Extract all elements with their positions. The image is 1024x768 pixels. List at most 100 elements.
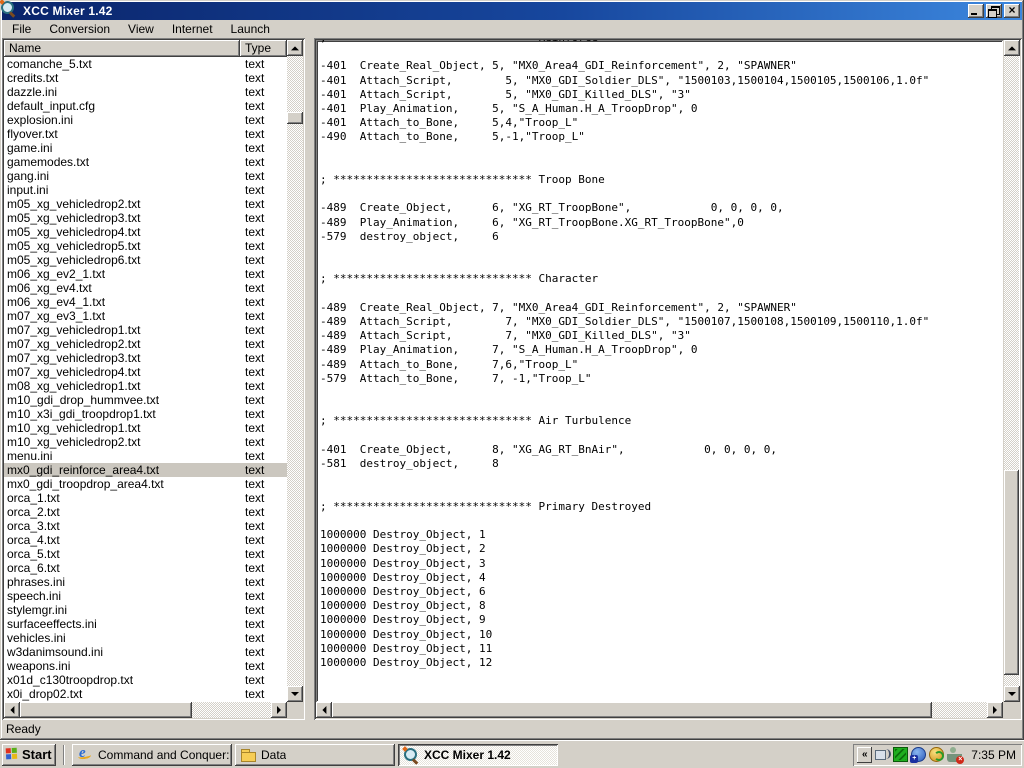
column-header-name[interactable]: Name [4, 40, 240, 57]
menu-item-view[interactable]: View [119, 21, 163, 38]
hscroll-thumb[interactable] [20, 702, 192, 718]
scroll-up-button[interactable] [287, 40, 303, 56]
file-name-label: mx0_gdi_troopdrop_area4.txt [4, 477, 240, 491]
file-type-label: text [240, 421, 287, 435]
file-row[interactable]: gamemodes.txttext [4, 155, 287, 169]
scroll-up-button[interactable] [1004, 40, 1020, 56]
file-row[interactable]: comanche_5.txttext [4, 57, 287, 71]
vscroll-thumb[interactable] [287, 112, 303, 124]
messenger-offline-icon[interactable] [947, 747, 962, 762]
vscroll-track[interactable] [1004, 56, 1019, 686]
file-row[interactable]: m05_xg_vehicledrop3.txttext [4, 211, 287, 225]
file-row[interactable]: m10_gdi_drop_hummvee.txttext [4, 393, 287, 407]
file-row[interactable]: m05_xg_vehicledrop2.txttext [4, 197, 287, 211]
title-bar[interactable]: XCC Mixer 1.42 [2, 2, 1022, 20]
file-row[interactable]: credits.txttext [4, 71, 287, 85]
file-row[interactable]: m08_xg_vehicledrop1.txttext [4, 379, 287, 393]
xcc-app-icon[interactable] [4, 4, 20, 18]
vscroll-track[interactable] [287, 56, 303, 686]
file-row[interactable]: m07_xg_vehicledrop1.txttext [4, 323, 287, 337]
restore-button[interactable] [986, 4, 1002, 18]
file-row[interactable]: phrases.initext [4, 575, 287, 589]
file-row[interactable]: game.initext [4, 141, 287, 155]
viewer-content[interactable]: ; ****************************** Reinfor… [316, 40, 1003, 702]
file-row[interactable]: m05_xg_vehicledrop6.txttext [4, 253, 287, 267]
hscroll-track[interactable] [332, 702, 987, 718]
hscroll-thumb[interactable] [332, 702, 932, 718]
file-row[interactable]: mx0_gdi_troopdrop_area4.txttext [4, 477, 287, 491]
file-row[interactable]: orca_2.txttext [4, 505, 287, 519]
close-button[interactable] [1004, 4, 1020, 18]
file-type-label: text [240, 239, 287, 253]
file-type-label: text [240, 463, 287, 477]
file-row[interactable]: vehicles.initext [4, 631, 287, 645]
window-title: XCC Mixer 1.42 [23, 4, 968, 18]
file-row[interactable]: m07_xg_vehicledrop2.txttext [4, 337, 287, 351]
file-list-vscrollbar [287, 40, 303, 702]
file-name-label: m05_xg_vehicledrop6.txt [4, 253, 240, 267]
file-row[interactable]: m07_xg_vehicledrop4.txttext [4, 365, 287, 379]
file-row[interactable]: m07_xg_vehicledrop3.txttext [4, 351, 287, 365]
file-row[interactable]: weapons.initext [4, 659, 287, 673]
file-row[interactable]: m10_xg_vehicledrop1.txttext [4, 421, 287, 435]
scroll-left-button[interactable] [4, 702, 20, 718]
file-row[interactable]: surfaceeffects.initext [4, 617, 287, 631]
taskbar-task-xcc-mixer-1-42[interactable]: XCC Mixer 1.42 [398, 744, 558, 766]
file-type-label: text [240, 561, 287, 575]
file-row[interactable]: default_input.cfgtext [4, 99, 287, 113]
file-row[interactable]: m06_xg_ev4.txttext [4, 281, 287, 295]
file-row[interactable]: explosion.initext [4, 113, 287, 127]
display-driver-icon[interactable] [893, 747, 908, 762]
scroll-left-button[interactable] [316, 702, 332, 718]
taskbar-task-data[interactable]: Data [235, 744, 395, 766]
menu-item-file[interactable]: File [3, 21, 40, 38]
file-row[interactable]: input.initext [4, 183, 287, 197]
file-row[interactable]: gang.initext [4, 169, 287, 183]
taskbar: Start Command and Conquer: ... Data XCC Mi… [0, 740, 1024, 768]
file-row[interactable]: m10_xg_vehicledrop2.txttext [4, 435, 287, 449]
file-row[interactable]: m05_xg_vehicledrop5.txttext [4, 239, 287, 253]
menu-item-internet[interactable]: Internet [163, 21, 222, 38]
minimize-button[interactable] [968, 4, 984, 18]
hide-icons-chevron[interactable]: « [857, 747, 872, 763]
scroll-down-button[interactable] [287, 686, 303, 702]
xcc-icon [403, 747, 419, 763]
file-row[interactable]: m07_xg_ev3_1.txttext [4, 309, 287, 323]
scroll-down-button[interactable] [1004, 686, 1020, 702]
file-row[interactable]: x01d_c130troopdrop.txttext [4, 673, 287, 687]
scheduled-task-icon[interactable] [929, 747, 944, 762]
file-row[interactable]: menu.initext [4, 449, 287, 463]
file-row[interactable]: m06_xg_ev4_1.txttext [4, 295, 287, 309]
file-row[interactable]: speech.initext [4, 589, 287, 603]
file-row[interactable]: mx0_gdi_reinforce_area4.txttext [4, 463, 287, 477]
file-row[interactable]: x0i_drop02.txttext [4, 687, 287, 701]
file-type-label: text [240, 575, 287, 589]
file-row[interactable]: dazzle.initext [4, 85, 287, 99]
vscroll-thumb[interactable] [1004, 470, 1019, 675]
hscroll-track[interactable] [20, 702, 271, 718]
taskbar-task-command-and-conquer[interactable]: Command and Conquer: ... [72, 744, 232, 766]
column-header-type[interactable]: Type [240, 40, 287, 57]
file-row[interactable]: orca_3.txttext [4, 519, 287, 533]
file-row[interactable]: m05_xg_vehicledrop4.txttext [4, 225, 287, 239]
file-row[interactable]: flyover.txttext [4, 127, 287, 141]
file-row[interactable]: stylemgr.initext [4, 603, 287, 617]
scroll-right-button[interactable] [271, 702, 287, 718]
file-row[interactable]: m06_xg_ev2_1.txttext [4, 267, 287, 281]
file-row[interactable]: orca_6.txttext [4, 561, 287, 575]
file-row[interactable]: orca_1.txttext [4, 491, 287, 505]
network-pc-icon[interactable] [875, 747, 890, 762]
file-row[interactable]: orca_5.txttext [4, 547, 287, 561]
file-row[interactable]: w3danimsound.initext [4, 645, 287, 659]
file-row[interactable]: orca_4.txttext [4, 533, 287, 547]
globe-update-icon[interactable] [911, 747, 926, 762]
scroll-right-button[interactable] [987, 702, 1003, 718]
start-button[interactable]: Start [2, 744, 56, 766]
task-label: Command and Conquer: ... [98, 748, 229, 762]
task-label: XCC Mixer 1.42 [424, 748, 511, 762]
menu-item-conversion[interactable]: Conversion [40, 21, 119, 38]
file-name-label: gamemodes.txt [4, 155, 240, 169]
menu-item-launch[interactable]: Launch [222, 21, 279, 38]
pane-splitter[interactable] [305, 38, 314, 720]
file-row[interactable]: m10_x3i_gdi_troopdrop1.txttext [4, 407, 287, 421]
